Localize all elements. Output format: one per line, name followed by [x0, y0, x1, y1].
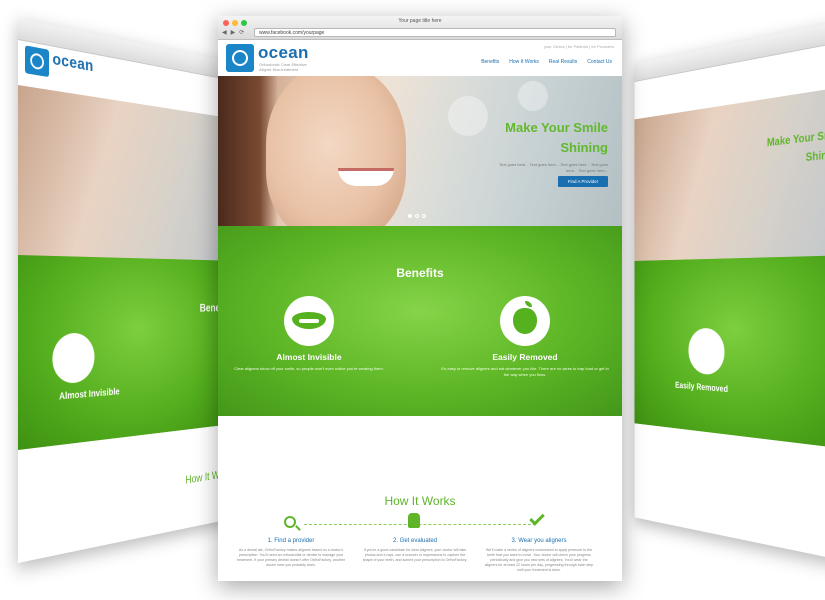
slider-dots [408, 214, 426, 218]
right-hero-title-1: Make Your Smile [766, 126, 825, 150]
right-hero-title-2: Shining [805, 146, 825, 164]
hero-text: Text goes here... Text goes here... Text… [499, 162, 608, 173]
slider-dot-1[interactable] [408, 214, 412, 218]
benefit-text-invisible: Clear aligners show off your smile, so p… [234, 366, 384, 371]
slider-dot-3[interactable] [422, 214, 426, 218]
tooth-icon [408, 513, 420, 528]
menu-item-real-results[interactable]: Real Results [549, 59, 577, 65]
hero-banner: Make Your Smile Shining Text goes here..… [218, 76, 622, 226]
bokeh-light [518, 81, 548, 111]
right-preview-page: Make Your Smile Shining Easily Removed [634, 18, 825, 563]
left-logo-icon [25, 45, 50, 78]
left-logo-word: ocean [52, 49, 94, 76]
right-apple-icon [688, 327, 725, 376]
slider-dot-2[interactable] [415, 214, 419, 218]
left-benefit-title: Almost Invisible [59, 386, 120, 403]
apple-icon [513, 301, 537, 334]
address-bar[interactable]: www.facebook.com/yourpage [254, 28, 616, 37]
browser-window: Your page title here ◀ ▶ ⟳ www.facebook.… [218, 16, 622, 581]
right-benefit-title: Easily Removed [675, 380, 728, 395]
benefit-circle [284, 296, 334, 346]
main-menu: Benefits How It Works Real Results Conta… [481, 59, 612, 65]
left-lips-icon [52, 332, 95, 385]
left-benefits-section: Benefits Almost Invisible [18, 255, 239, 450]
left-preview-page: ocean Benefits Almost Invisible How It W… [18, 18, 239, 563]
lips-icon [292, 312, 326, 329]
benefits-title: Benefits [396, 266, 444, 280]
reload-icon[interactable]: ⟳ [239, 29, 244, 36]
hero-woman-face [266, 76, 406, 226]
check-icon [529, 510, 545, 526]
back-icon[interactable]: ◀ [222, 29, 227, 36]
tab-title[interactable]: Your page title here [218, 18, 622, 24]
utility-links[interactable]: your Clinics | for Patients | for Provid… [544, 44, 614, 49]
steps-connector [304, 524, 536, 525]
hero-title: Make Your Smile Shining [468, 118, 608, 158]
benefit-text-removed: It's easy to remove aligners and eat wha… [441, 366, 609, 377]
brand-tagline: Orthodontic Clear Effective Aligner Non-… [259, 62, 307, 72]
how-it-works-title: How It Works [384, 494, 456, 508]
brand-name[interactable]: ocean [258, 43, 309, 63]
how-it-works-section: How It Works 1. Find a provider 2. Get e… [218, 416, 622, 581]
benefits-section: Benefits Almost Invisible Easily Removed… [218, 226, 622, 416]
find-provider-button[interactable]: Find A Provider [558, 176, 608, 187]
menu-item-how-it-works[interactable]: How It Works [509, 59, 539, 65]
step-title-evaluate: 2. Get evaluated [392, 538, 438, 544]
forward-icon[interactable]: ▶ [231, 29, 236, 36]
menu-item-contact-us[interactable]: Contact Us [587, 59, 612, 65]
browser-chrome: Your page title here ◀ ▶ ⟳ www.facebook.… [218, 16, 622, 40]
step-title-find: 1. Find a provider [267, 538, 315, 544]
step-text-evaluate: If you're a good candidate for clear ali… [362, 548, 468, 562]
right-how-section [634, 423, 825, 563]
hero-title-line2: Shining [560, 140, 608, 155]
step-text-wear: We'll make a series of aligners customiz… [484, 548, 594, 572]
step-title-wear: 3. Wear you aligners [511, 538, 567, 544]
step-text-find: As a dental lab, OrthoFactory makes alig… [236, 548, 346, 567]
right-benefits-section: Easily Removed [634, 255, 825, 450]
site-header: ocean Orthodontic Clear Effective Aligne… [218, 40, 622, 76]
ocean-logo-icon[interactable] [226, 44, 254, 72]
menu-item-benefits[interactable]: Benefits [481, 59, 499, 65]
hero-title-line1: Make Your Smile [505, 120, 608, 135]
nav-buttons: ◀ ▶ ⟳ [222, 29, 244, 36]
benefit-title-invisible: Almost Invisible [276, 352, 342, 362]
benefit-circle [500, 296, 550, 346]
mockup-stage: ocean Benefits Almost Invisible How It W… [0, 0, 825, 600]
search-icon [284, 516, 296, 528]
benefit-title-removed: Easily Removed [492, 352, 558, 362]
